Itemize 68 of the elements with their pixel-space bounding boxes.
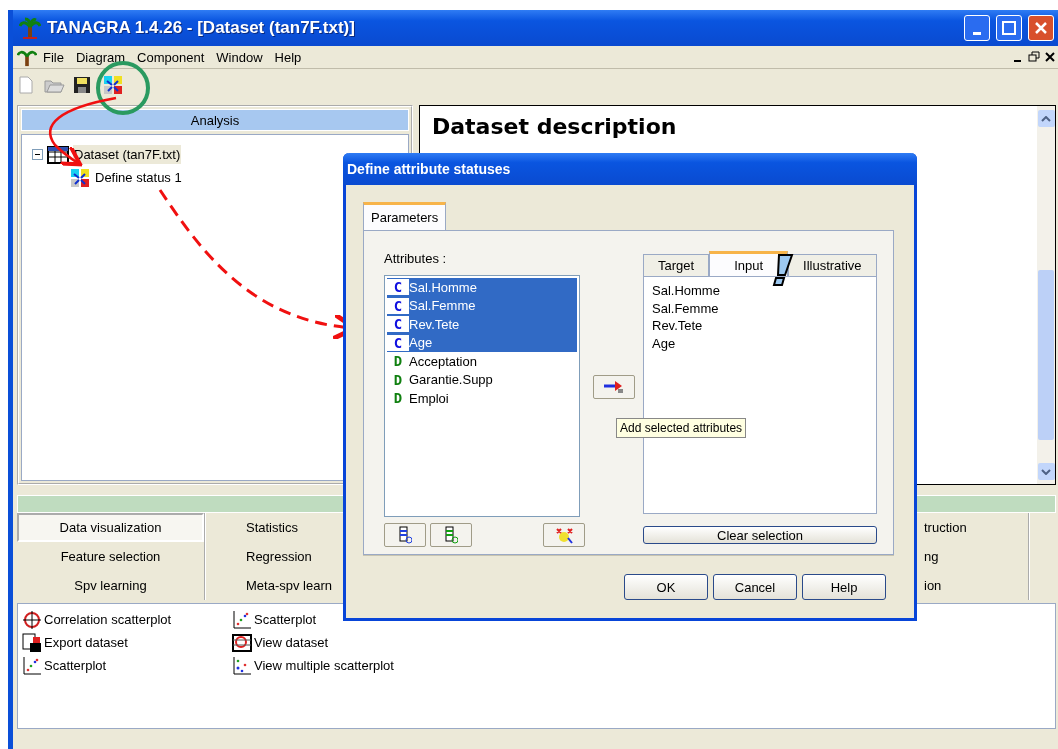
select-discrete-button[interactable] xyxy=(430,523,472,547)
type-marker: C xyxy=(387,279,409,296)
status-tab[interactable]: Target xyxy=(643,254,710,276)
tool-item[interactable]: Scatterplot xyxy=(44,658,107,673)
scatterplot-icon xyxy=(22,655,42,676)
list-item[interactable]: Sal.Homme xyxy=(652,283,868,301)
dialog-button[interactable]: Cancel xyxy=(713,574,797,600)
dialog-button[interactable]: Help xyxy=(802,574,886,600)
arrow-icon xyxy=(602,380,626,394)
type-marker: C xyxy=(387,334,409,351)
tool-item[interactable]: Scatterplot xyxy=(254,612,317,627)
maximize-button[interactable] xyxy=(996,15,1022,41)
minus-icon xyxy=(34,151,41,158)
menu-item[interactable]: Help xyxy=(268,47,308,67)
window-title: TANAGRA 1.4.26 - [Dataset (tan7F.txt)] xyxy=(47,18,356,38)
category-tab[interactable]: Data visualization xyxy=(17,513,204,542)
list-item[interactable]: Age xyxy=(652,335,868,353)
close-button[interactable] xyxy=(1028,15,1054,41)
curved-arrow xyxy=(49,96,117,167)
maximize-icon xyxy=(1002,21,1016,35)
close-icon xyxy=(1034,21,1048,35)
status-tab[interactable]: Illustrative xyxy=(788,254,877,276)
collapse-toggle[interactable] xyxy=(32,149,43,160)
category-tab[interactable]: Spv learning xyxy=(17,571,204,600)
restore-icon[interactable] xyxy=(1026,49,1042,65)
menu-item[interactable]: Window xyxy=(210,47,269,67)
export-icon xyxy=(22,632,42,653)
select-all-button[interactable] xyxy=(543,523,585,547)
status-glyph xyxy=(103,75,123,95)
palm-tree-icon xyxy=(19,17,41,39)
dialog-button[interactable]: OK xyxy=(624,574,708,600)
tool-item[interactable]: Correlation scatterplot xyxy=(44,612,172,627)
scatterplot-icon xyxy=(232,609,252,630)
crosshair-icon xyxy=(22,609,42,630)
attribute-item[interactable]: C Rev.Tete xyxy=(387,315,577,334)
category-tab[interactable]: Feature selection xyxy=(17,542,204,571)
define-status-tool-icon[interactable] xyxy=(103,75,123,95)
minimize-icon xyxy=(973,31,981,35)
attributes-label: Attributes : xyxy=(384,251,448,268)
clear-selection-button[interactable]: Clear selection xyxy=(643,526,877,544)
type-marker: C xyxy=(387,316,409,333)
status-icon xyxy=(70,167,90,188)
type-marker: C xyxy=(387,297,409,314)
tool-item[interactable]: View dataset xyxy=(254,635,329,650)
save-icon[interactable] xyxy=(73,76,91,94)
menu-item[interactable]: Component xyxy=(131,47,211,67)
tree-item[interactable]: Define status 1 xyxy=(94,168,183,187)
menu-item[interactable]: File xyxy=(37,47,70,67)
report-heading: Dataset description xyxy=(432,114,678,139)
list-item[interactable]: Sal.Femme xyxy=(652,300,868,318)
scroll-bar[interactable] xyxy=(1037,106,1055,484)
column-icon xyxy=(398,526,412,544)
list-item[interactable]: Rev.Tete xyxy=(652,318,868,336)
column-icon xyxy=(444,526,458,544)
multiple-scatterplot-icon xyxy=(232,655,252,676)
add-arrow-button[interactable] xyxy=(593,375,635,399)
panel-header: Analysis xyxy=(21,109,409,131)
menu-item[interactable]: Diagram xyxy=(69,47,132,67)
attribute-item[interactable]: C Sal.Homme xyxy=(387,278,577,297)
minimize-button[interactable] xyxy=(964,15,990,41)
dialog-tab[interactable]: Parameters xyxy=(363,202,447,230)
select-continuous-button[interactable] xyxy=(384,523,426,547)
data-grid-icon xyxy=(232,632,252,653)
dialog-title: Define attribute statuses xyxy=(343,153,917,185)
tool-item[interactable]: Export dataset xyxy=(44,635,128,650)
tool-item[interactable]: View multiple scatterplot xyxy=(254,658,394,673)
table-icon xyxy=(47,145,69,164)
tooltip: Add selected attributes xyxy=(616,418,747,438)
